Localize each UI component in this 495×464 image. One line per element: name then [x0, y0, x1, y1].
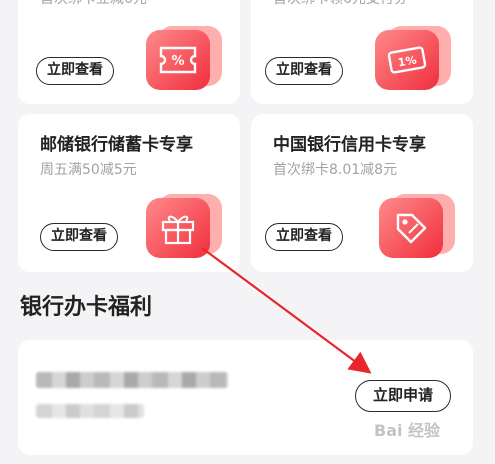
- view-button[interactable]: 立即查看: [36, 57, 114, 85]
- baidu-watermark: Bai 经验: [374, 421, 441, 440]
- svg-text:1%: 1%: [397, 53, 418, 69]
- card-subtitle: 首次绑卡立减6元: [40, 0, 147, 8]
- blurred-offer-subtitle: [36, 404, 144, 418]
- card-subtitle: 首次绑卡8.01减8元: [273, 162, 398, 178]
- card-subtitle: 首次绑卡领6元支付券: [273, 0, 408, 8]
- offer-card-1[interactable]: 首次绑卡立减6元 立即查看 %: [18, 0, 240, 104]
- svg-text:%: %: [171, 54, 184, 69]
- offer-card-3[interactable]: 邮储银行储蓄卡专享 周五满50减5元 立即查看: [18, 114, 240, 272]
- gift-box-icon: [146, 194, 226, 258]
- card-title: 邮储银行储蓄卡专享: [40, 135, 193, 155]
- view-button[interactable]: 立即查看: [40, 223, 118, 251]
- price-tag-icon: [379, 194, 459, 258]
- card-title: 中国银行信用卡专享: [273, 135, 426, 155]
- card-subtitle: 周五满50减5元: [40, 162, 137, 178]
- offer-card-2[interactable]: 首次绑卡领6元支付券 立即查看 1%: [251, 0, 473, 104]
- view-button[interactable]: 立即查看: [265, 223, 343, 251]
- apply-button[interactable]: 立即申请: [355, 380, 451, 412]
- one-percent-ticket-icon: 1%: [375, 26, 455, 90]
- percent-coupon-icon: %: [146, 26, 226, 90]
- blurred-offer-title: [36, 372, 228, 388]
- offer-card-4[interactable]: 中国银行信用卡专享 首次绑卡8.01减8元 立即查看: [251, 114, 473, 272]
- section-title: 银行办卡福利: [20, 295, 153, 320]
- view-button[interactable]: 立即查看: [265, 57, 343, 85]
